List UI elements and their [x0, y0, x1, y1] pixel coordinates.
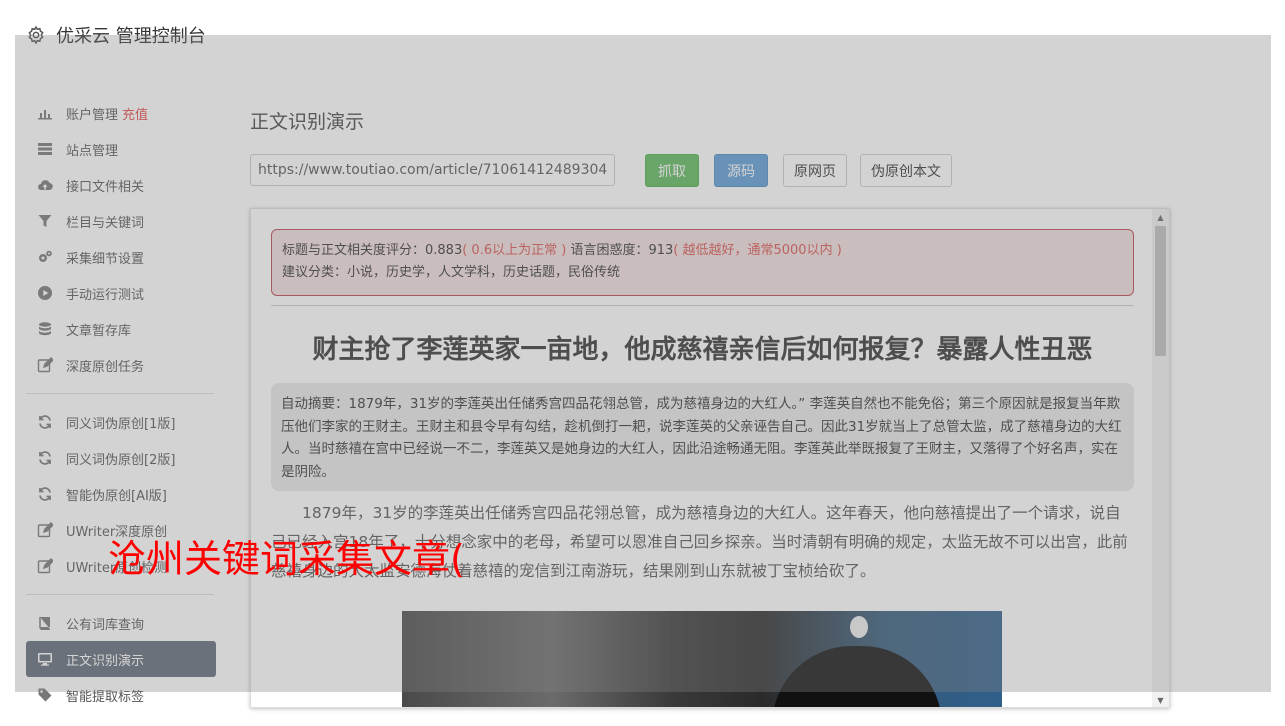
fetch-button[interactable]: 抓取	[645, 154, 699, 187]
cogs-icon	[36, 248, 54, 266]
score-alert: 标题与正文相关度评分：0.883( 0.6以上为正常 ) 语言困惑度：913( …	[271, 229, 1134, 296]
sidebar-item-synonym-v2[interactable]: 同义词伪原创[2版]	[26, 440, 216, 476]
watermark-text: 沧州关键词采集文章(	[108, 537, 465, 581]
score-line: 标题与正文相关度评分：0.883( 0.6以上为正常 ) 语言困惑度：913( …	[282, 240, 1123, 262]
sidebar-divider	[26, 594, 214, 595]
result-panel: 标题与正文相关度评分：0.883( 0.6以上为正常 ) 语言困惑度：913( …	[250, 208, 1170, 708]
sidebar-item-synonym-v1[interactable]: 同义词伪原创[1版]	[26, 404, 216, 440]
perplexity-score: 语言困惑度：913	[570, 243, 674, 258]
edit-icon	[36, 521, 54, 539]
edit-icon	[36, 356, 54, 374]
sidebar: 账户管理 充值 站点管理 接口文件相关 栏目与关键词 采集细节设置 手动运行测试…	[26, 95, 216, 713]
sidebar-item-text-recognition-demo[interactable]: 正文识别演示	[26, 641, 216, 677]
image-hat-shape	[772, 646, 942, 707]
perplexity-hint: ( 越低越好，通常5000以内 )	[673, 243, 842, 258]
refresh-icon	[36, 449, 54, 467]
relevance-hint: ( 0.6以上为正常 )	[462, 243, 567, 258]
scroll-down-icon[interactable]: ▼	[1152, 692, 1169, 707]
refresh-icon	[36, 485, 54, 503]
monitor-icon	[36, 650, 54, 668]
source-button[interactable]: 源码	[714, 154, 768, 187]
sidebar-item-columns-keywords[interactable]: 栏目与关键词	[26, 203, 216, 239]
sidebar-item-manual-run[interactable]: 手动运行测试	[26, 275, 216, 311]
article-title: 财主抢了李莲英家一亩地，他成慈禧亲信后如何报复？暴露人性丑恶	[312, 335, 1093, 365]
sidebar-item-label: 正文识别演示	[66, 653, 145, 669]
gear-icon	[28, 25, 44, 45]
sidebar-item-account[interactable]: 账户管理 充值	[26, 95, 216, 131]
top-bar: 优采云 管理控制台	[0, 0, 1285, 70]
sidebar-item-label: 智能提取标签	[66, 689, 145, 705]
refresh-icon	[36, 413, 54, 431]
cloud-upload-icon	[36, 176, 54, 194]
sidebar-item-label: 深度原创任务	[66, 359, 145, 375]
sidebar-item-interface-files[interactable]: 接口文件相关	[26, 167, 216, 203]
book-icon	[36, 614, 54, 632]
image-hat-knob	[850, 616, 868, 638]
database-icon	[36, 320, 54, 338]
relevance-score: 标题与正文相关度评分：0.883	[282, 243, 463, 258]
sidebar-item-label: 智能伪原创[AI版]	[66, 488, 167, 504]
sidebar-item-label: 同义词伪原创[1版]	[66, 416, 176, 432]
app-title: 优采云 管理控制台	[56, 26, 206, 47]
scroll-thumb[interactable]	[1155, 226, 1166, 356]
tag-icon	[36, 686, 54, 704]
url-input[interactable]	[250, 154, 615, 186]
sidebar-item-label: 栏目与关键词	[66, 215, 145, 231]
rewrite-article-button[interactable]: 伪原创本文	[860, 154, 952, 187]
sidebar-item-label: 接口文件相关	[66, 179, 145, 195]
sidebar-item-label: 文章暂存库	[66, 323, 132, 339]
brand: 优采云 管理控制台	[26, 22, 206, 48]
edit-icon	[36, 557, 54, 575]
recharge-link[interactable]: 充值	[122, 104, 148, 123]
sidebar-item-label: 公有词库查询	[66, 617, 145, 633]
sidebar-item-label: 账户管理	[66, 107, 119, 123]
sidebar-item-collect-settings[interactable]: 采集细节设置	[26, 239, 216, 275]
sidebar-item-label: 采集细节设置	[66, 251, 145, 267]
filter-icon	[36, 212, 54, 230]
suggested-category: 建议分类：小说，历史学，人文学科，历史话题，民俗传统	[282, 265, 621, 280]
article-image	[402, 611, 1002, 707]
sidebar-item-label: 同义词伪原创[2版]	[66, 452, 176, 468]
sidebar-item-extract-tags[interactable]: 智能提取标签	[26, 677, 216, 713]
sidebar-item-label: 手动运行测试	[66, 287, 145, 303]
auto-summary: 自动摘要：1879年，31岁的李莲英出任储秀宫四品花翎总管，成为慈禧身边的大红人…	[271, 383, 1134, 491]
sidebar-item-sites[interactable]: 站点管理	[26, 131, 216, 167]
divider	[271, 305, 1134, 306]
sidebar-item-public-lexicon[interactable]: 公有词库查询	[26, 605, 216, 641]
sidebar-item-article-store[interactable]: 文章暂存库	[26, 311, 216, 347]
sidebar-item-label: 站点管理	[66, 143, 119, 159]
bar-chart-icon	[36, 104, 54, 122]
scroll-up-icon[interactable]: ▲	[1152, 209, 1169, 226]
result-content: 标题与正文相关度评分：0.883( 0.6以上为正常 ) 语言困惑度：913( …	[251, 209, 1154, 707]
original-page-button[interactable]: 原网页	[783, 154, 847, 187]
sidebar-item-ai-rewrite[interactable]: 智能伪原创[AI版]	[26, 476, 216, 512]
page-title: 正文识别演示	[250, 111, 365, 133]
server-icon	[36, 140, 54, 158]
play-circle-icon	[36, 284, 54, 302]
sidebar-item-deep-original-tasks[interactable]: 深度原创任务	[26, 347, 216, 383]
panel-scrollbar[interactable]: ▲ ▼	[1152, 209, 1169, 707]
sidebar-divider	[26, 393, 214, 394]
